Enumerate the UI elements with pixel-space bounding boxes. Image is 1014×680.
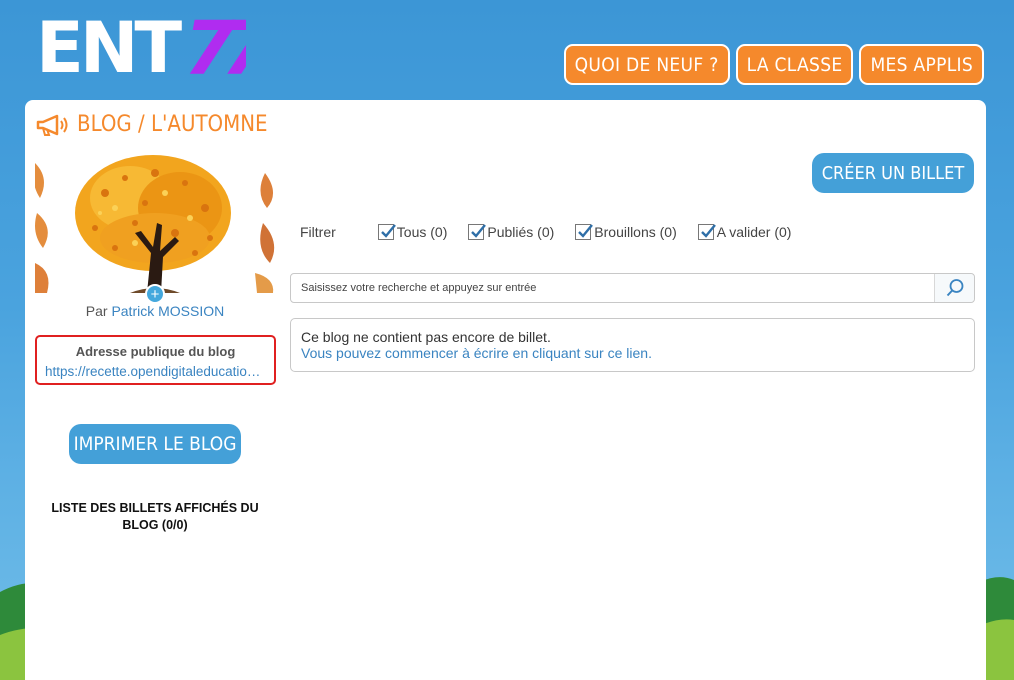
logo-accent-text: 77 [184, 10, 246, 80]
filter-drafts-label: Brouillons (0) [594, 224, 677, 240]
top-navigation: QUOI DE NEUF ? LA CLASSE MES APPLIS [563, 44, 984, 85]
checkmark-icon [578, 224, 594, 238]
main-panel: BLOG / L'AUTOMNE + Par Patrick MOSSION A… [25, 100, 986, 680]
filter-all[interactable]: Tous (0) [377, 224, 448, 240]
page-title-text: BLOG / L'AUTOMNE [77, 112, 268, 137]
empty-state-message: Ce blog ne contient pas encore de billet… [301, 329, 551, 345]
checkmark-icon [471, 224, 487, 238]
author-prefix: Par [85, 303, 108, 319]
filter-drafts-checkbox[interactable] [575, 224, 594, 240]
filter-to-validate-label: A valider (0) [716, 224, 792, 240]
megaphone-icon [36, 114, 68, 136]
public-address-link[interactable]: https://recette.opendigitaleducation.com… [37, 364, 274, 379]
nav-quoi-de-neuf-button[interactable]: QUOI DE NEUF ? [563, 44, 730, 85]
filter-to-validate-checkbox[interactable] [697, 224, 716, 240]
create-post-button[interactable]: CRÉER UN BILLET [812, 153, 974, 193]
search-button[interactable] [934, 274, 974, 302]
post-list-title: LISTE DES BILLETS AFFICHÉS DU BLOG (0/0) [51, 501, 259, 532]
print-blog-button[interactable]: IMPRIMER LE BLOG [69, 424, 241, 464]
filter-published-checkbox[interactable] [468, 224, 487, 240]
checkmark-icon [700, 224, 716, 238]
author-link[interactable]: Patrick MOSSION [111, 303, 224, 319]
add-image-button[interactable]: + [145, 284, 165, 304]
nav-la-classe-button[interactable]: LA CLASSE [735, 44, 854, 85]
public-address-box: Adresse publique du blog https://recette… [35, 335, 276, 385]
ent77-logo[interactable]: ENT 77 [36, 10, 246, 80]
filter-published-label: Publiés (0) [487, 224, 555, 240]
nav-mes-applis-button[interactable]: MES APPLIS [859, 44, 984, 85]
autumn-tree-illustration [35, 153, 275, 293]
logo-text: ENT [36, 10, 182, 80]
filter-to-validate[interactable]: A valider (0) [697, 224, 792, 240]
filter-published[interactable]: Publiés (0) [468, 224, 554, 240]
public-address-title: Adresse publique du blog [75, 344, 236, 359]
filter-all-label: Tous (0) [396, 224, 448, 240]
search-input[interactable] [291, 274, 934, 302]
checkmark-icon [380, 224, 396, 238]
filter-label: Filtrer [300, 224, 336, 240]
filter-drafts[interactable]: Brouillons (0) [575, 224, 677, 240]
author-line: Par Patrick MOSSION [35, 303, 275, 319]
filter-bar: Filtrer Tous (0) Publiés (0) Brouillons … [300, 224, 812, 240]
blog-thumbnail-image [35, 153, 275, 293]
start-writing-link[interactable]: Vous pouvez commencer à écrire en cliqua… [301, 345, 964, 361]
search-icon [946, 279, 963, 297]
search-bar [290, 273, 975, 303]
empty-state-box: Ce blog ne contient pas encore de billet… [290, 318, 975, 372]
filter-all-checkbox[interactable] [377, 224, 396, 240]
page-title: BLOG / L'AUTOMNE [35, 112, 268, 137]
